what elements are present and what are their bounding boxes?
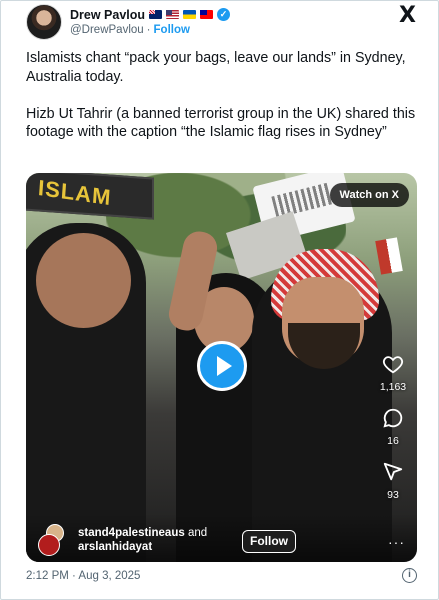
- person-left: [26, 223, 146, 562]
- like-action[interactable]: 1,163: [380, 353, 406, 393]
- share-count: 93: [387, 489, 399, 501]
- australia-flag-icon: [149, 10, 163, 19]
- send-icon: [383, 462, 403, 481]
- like-count: 1,163: [379, 381, 407, 393]
- reply-count: 16: [387, 435, 399, 447]
- protest-sign: ISLAM: [26, 173, 154, 220]
- creator-2: arslanhidayat: [78, 541, 153, 553]
- heart-icon: [382, 356, 404, 374]
- tweet-timestamp[interactable]: 2:12 PM · Aug 3, 2025: [26, 570, 140, 582]
- follow-link[interactable]: Follow: [154, 24, 190, 36]
- creator-avatars[interactable]: [36, 524, 68, 556]
- share-action[interactable]: 93: [382, 461, 404, 501]
- video-player[interactable]: ISLAM Watch on X 1,163 16 93 stand4pales…: [26, 173, 417, 562]
- more-options-icon[interactable]: ···: [388, 534, 405, 550]
- play-button[interactable]: [197, 341, 247, 391]
- author-handle[interactable]: @DrewPavlou: [70, 24, 144, 36]
- creator-names[interactable]: stand4palestineaus and arslanhidayat: [78, 526, 207, 554]
- x-logo-icon[interactable]: X: [399, 3, 416, 28]
- handle-row: @DrewPavlou · Follow: [70, 24, 190, 36]
- tweet-text: Islamists chant “pack your bags, leave o…: [26, 49, 421, 161]
- author-name-row: Drew Pavlou ✓: [70, 6, 231, 23]
- protest-sign-text: ISLAM: [37, 175, 113, 211]
- avatar[interactable]: [26, 4, 62, 40]
- reply-bubble-icon: [383, 408, 403, 428]
- ukraine-flag-icon: [183, 10, 197, 19]
- tweet-paragraph-2: Hizb Ut Tahrir (a banned terrorist group…: [26, 105, 416, 141]
- info-icon[interactable]: i: [402, 568, 417, 583]
- taiwan-flag-icon: [200, 10, 214, 19]
- reply-action[interactable]: 16: [382, 407, 404, 447]
- watch-on-x-badge[interactable]: Watch on X: [329, 183, 409, 207]
- author-name[interactable]: Drew Pavlou: [70, 8, 145, 22]
- verified-badge-icon: ✓: [217, 8, 231, 21]
- creator-avatar-2: [38, 534, 60, 556]
- video-follow-button[interactable]: Follow: [242, 530, 296, 553]
- tweet-card: Drew Pavlou ✓ @DrewPavlou · Follow X Isl…: [0, 0, 439, 600]
- creator-1: stand4palestineaus: [78, 527, 185, 539]
- video-side-actions: 1,163 16 93: [373, 353, 413, 515]
- red-flag: [375, 237, 403, 275]
- usa-flag-icon: [166, 10, 180, 19]
- separator: ·: [146, 24, 151, 36]
- creator-and: and: [187, 527, 208, 539]
- tweet-paragraph-1: Islamists chant “pack your bags, leave o…: [26, 50, 406, 85]
